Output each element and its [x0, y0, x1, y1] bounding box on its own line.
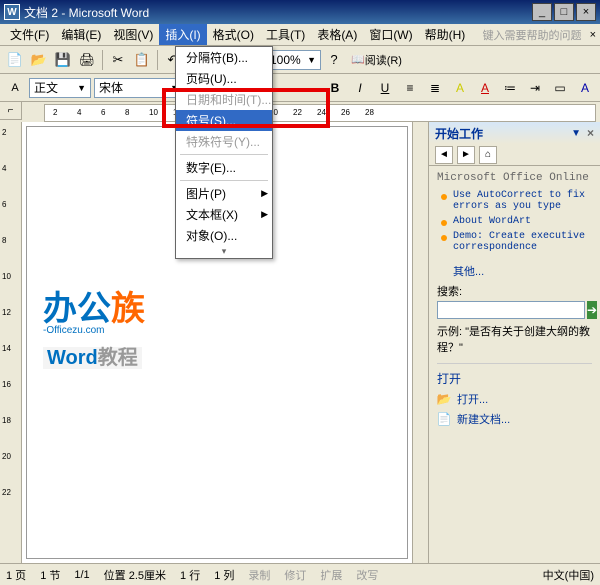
new-doc-icon: 📄 [437, 412, 451, 426]
menu-item[interactable]: 分隔符(B)... [176, 47, 272, 68]
new-icon[interactable]: 📄 [4, 49, 26, 71]
status-position: 位置 2.5厘米 [104, 567, 166, 583]
app-icon: W [4, 4, 20, 20]
horizontal-ruler[interactable]: 246810121416182022242628 [44, 104, 596, 122]
status-rec: 录制 [248, 567, 270, 583]
mdi-close-icon[interactable]: × [590, 29, 596, 41]
window-controls: _ □ × [532, 3, 596, 21]
save-icon[interactable]: 💾 [52, 49, 74, 71]
nav-fwd-icon[interactable]: ► [457, 146, 475, 164]
window-title: 文档 2 - Microsoft Word [24, 4, 532, 21]
status-pages: 1/1 [74, 569, 89, 581]
menu-edit[interactable]: 编辑(E) [55, 24, 107, 45]
taskpane-dropdown-icon[interactable]: ▼ [571, 128, 581, 139]
font-color-icon[interactable]: A [474, 77, 496, 99]
menu-item[interactable]: 数字(E)... [176, 157, 272, 178]
search-go-button[interactable]: ➔ [587, 301, 597, 319]
task-pane: 开始工作 ▼ × ◄ ► ⌂ Microsoft Office Online U… [428, 122, 600, 563]
cut-icon[interactable]: ✂ [107, 49, 129, 71]
style-combo[interactable]: 正文▼ [29, 78, 91, 98]
font-combo[interactable]: 宋体▼ [94, 78, 184, 98]
status-ovr: 改写 [356, 567, 378, 583]
menu-item[interactable]: 图片(P)▶ [176, 183, 272, 204]
open-heading: 打开 [437, 363, 592, 387]
taskpane-header: 开始工作 ▼ × [429, 122, 600, 144]
menu-table[interactable]: 表格(A) [311, 24, 363, 45]
formatting-toolbar: A 正文▼ 宋体▼ B I U ≡ ≣ A A ≔ ⇥ ▭ A [0, 74, 600, 102]
reading-button[interactable]: 📖 阅读(R) [347, 49, 406, 71]
print-icon[interactable]: 🖨 [76, 49, 98, 71]
search-input[interactable] [437, 301, 585, 319]
help-question-box[interactable]: 键入需要帮助的问题 [483, 27, 582, 43]
open-link[interactable]: 📂打开... [437, 391, 592, 407]
nav-home-icon[interactable]: ⌂ [479, 146, 497, 164]
new-doc-link[interactable]: 📄新建文档... [437, 411, 592, 427]
menu-item: 日期和时间(T)... [176, 89, 272, 110]
border-icon[interactable]: ▭ [549, 77, 571, 99]
bold-icon[interactable]: B [324, 77, 346, 99]
menu-window[interactable]: 窗口(W) [363, 24, 418, 45]
char-format-icon[interactable]: A [574, 77, 596, 99]
search-label: 搜索: [437, 283, 592, 299]
menu-help[interactable]: 帮助(H) [419, 24, 472, 45]
online-heading: Microsoft Office Online [437, 172, 592, 184]
menu-item[interactable]: 符号(S)... [176, 110, 272, 131]
menu-item[interactable]: 文本框(X)▶ [176, 204, 272, 225]
status-section: 1 节 [40, 567, 60, 583]
style-icon[interactable]: A [4, 77, 26, 99]
vertical-scrollbar[interactable] [412, 122, 428, 563]
menu-format[interactable]: 格式(O) [207, 24, 260, 45]
status-lang: 中文(中国) [543, 567, 594, 583]
menu-file[interactable]: 文件(F) [4, 24, 55, 45]
highlight-icon[interactable]: A [449, 77, 471, 99]
maximize-button[interactable]: □ [554, 3, 574, 21]
more-link[interactable]: 其他... [453, 266, 484, 278]
status-rev: 修订 [284, 567, 306, 583]
folder-icon: 📂 [437, 392, 451, 406]
zoom-combo[interactable]: 100%▼ [265, 50, 321, 70]
indent-icon[interactable]: ⇥ [524, 77, 546, 99]
status-col: 1 列 [214, 567, 234, 583]
expand-menu-icon[interactable]: ▾ [176, 246, 272, 258]
insert-menu-dropdown: 分隔符(B)...页码(U)...日期和时间(T)...符号(S)...特殊符号… [175, 46, 273, 259]
open-icon[interactable]: 📂 [28, 49, 50, 71]
copy-icon[interactable]: 📋 [131, 49, 153, 71]
help-icon[interactable]: ? [323, 49, 345, 71]
align-left-icon[interactable]: ≡ [399, 77, 421, 99]
italic-icon[interactable]: I [349, 77, 371, 99]
link-wordart[interactable]: About WordArt [453, 216, 531, 227]
titlebar: W 文档 2 - Microsoft Word _ □ × [0, 0, 600, 24]
menu-insert[interactable]: 插入(I) [159, 24, 206, 45]
link-demo[interactable]: Demo: Create executive correspondence [453, 231, 592, 253]
minimize-button[interactable]: _ [532, 3, 552, 21]
menubar: 文件(F) 编辑(E) 视图(V) 插入(I) 格式(O) 工具(T) 表格(A… [0, 24, 600, 46]
search-example: 示例: "是否有关于创建大纲的教程？" [437, 323, 592, 355]
statusbar: 1 页 1 节 1/1 位置 2.5厘米 1 行 1 列 录制 修订 扩展 改写… [0, 563, 600, 585]
watermark-logo: 办公族 -Officezu.com Word教程 [43, 292, 145, 370]
status-page: 1 页 [6, 567, 26, 583]
menu-view[interactable]: 视图(V) [107, 24, 159, 45]
menu-item[interactable]: 页码(U)... [176, 68, 272, 89]
taskpane-close-icon[interactable]: × [587, 126, 594, 140]
underline-icon[interactable]: U [374, 77, 396, 99]
menu-item[interactable]: 对象(O)... [176, 225, 272, 246]
vertical-ruler[interactable]: 246810121416182022 [0, 122, 22, 563]
menu-tools[interactable]: 工具(T) [260, 24, 311, 45]
bullet-icon [441, 220, 447, 226]
status-line: 1 行 [180, 567, 200, 583]
bullet-icon [441, 235, 447, 241]
align-center-icon[interactable]: ≣ [424, 77, 446, 99]
bullet-icon [441, 194, 447, 200]
ruler-corner: ⌐ [0, 102, 22, 120]
nav-back-icon[interactable]: ◄ [435, 146, 453, 164]
link-autocorrect[interactable]: Use AutoCorrect to fix errors as you typ… [453, 190, 592, 212]
taskpane-nav: ◄ ► ⌂ [429, 144, 600, 166]
online-links: Use AutoCorrect to fix errors as you typ… [441, 190, 592, 253]
standard-toolbar: 📄 📂 💾 🖨 ✂ 📋 ↶ ↷ ▦ ✏ 100%▼ ? 📖 阅读(R) [0, 46, 600, 74]
list-icon[interactable]: ≔ [499, 77, 521, 99]
close-button[interactable]: × [576, 3, 596, 21]
status-ext: 扩展 [320, 567, 342, 583]
menu-item: 特殊符号(Y)... [176, 131, 272, 152]
